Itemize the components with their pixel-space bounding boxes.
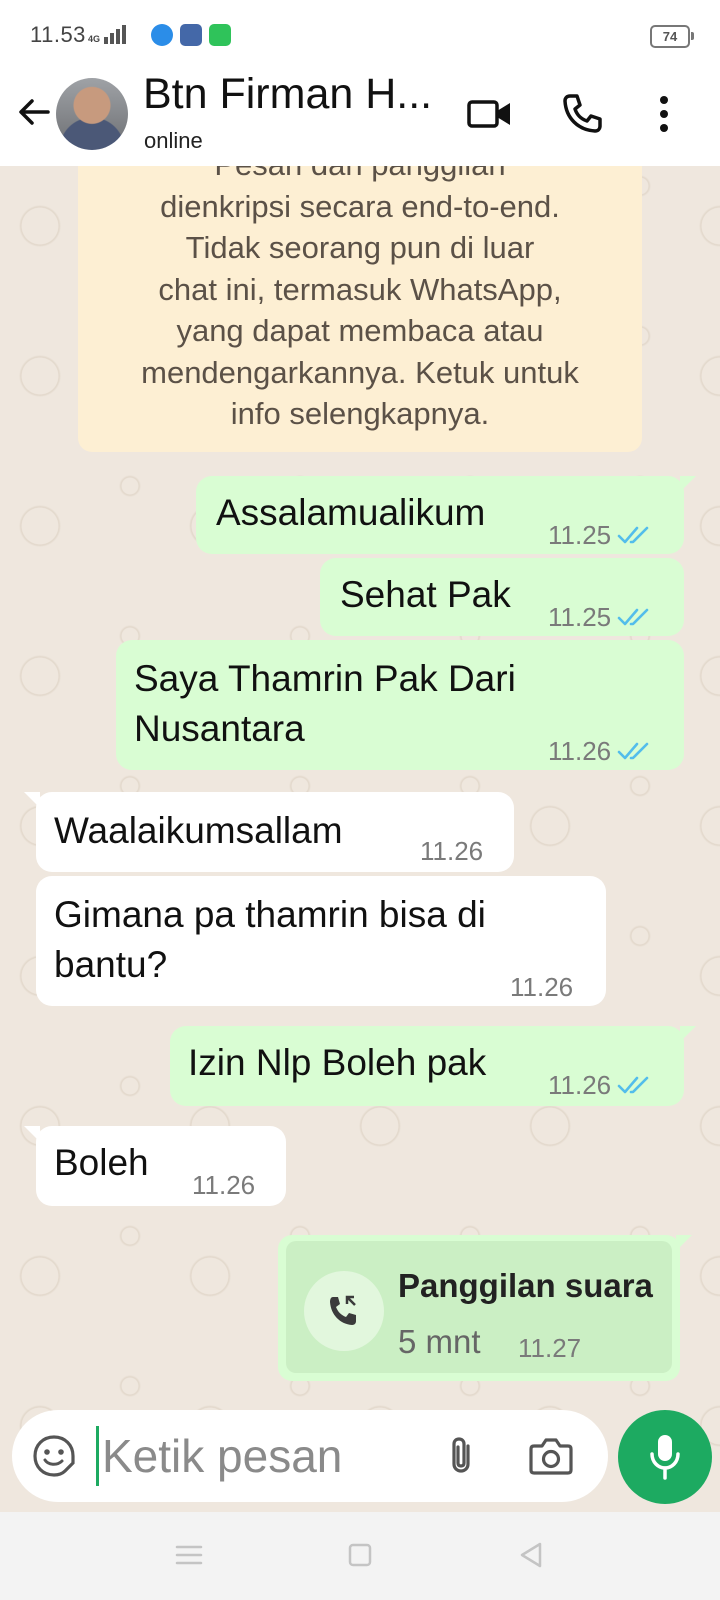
attach-icon[interactable] xyxy=(440,1434,484,1478)
message-time: 11.25 xyxy=(548,520,612,550)
system-navigation-bar xyxy=(0,1512,720,1600)
more-options-icon[interactable] xyxy=(640,90,688,138)
message-bubble-outgoing[interactable]: Saya Thamrin Pak Dari Nusantara 11.26 xyxy=(116,640,684,770)
call-badge xyxy=(304,1271,384,1351)
call-duration: 5 mnt xyxy=(398,1323,481,1360)
message-bubble-incoming[interactable]: Waalaikumsallam 11.26 xyxy=(24,792,514,872)
voice-call-icon[interactable] xyxy=(558,90,606,138)
back-arrow-icon[interactable] xyxy=(14,92,54,132)
read-ticks-icon xyxy=(617,742,649,760)
status-time: 11.53 xyxy=(30,22,86,47)
message-time: 11.26 xyxy=(548,1070,612,1100)
status-bar: 11.53 4G 74 xyxy=(0,0,720,70)
message-notification-icon xyxy=(209,24,231,46)
message-bubble-incoming[interactable]: Boleh 11.26 xyxy=(24,1126,286,1206)
contact-status: online xyxy=(144,128,203,153)
sticker-emoji-icon[interactable] xyxy=(32,1434,76,1478)
chat-header: Btn Firman H... online xyxy=(0,70,720,167)
contact-avatar[interactable] xyxy=(56,78,128,150)
recent-apps-icon[interactable] xyxy=(172,1538,206,1572)
message-bubble-outgoing[interactable]: Izin Nlp Boleh pak 11.26 xyxy=(170,1026,696,1106)
robot-notification-icon xyxy=(180,24,202,46)
message-time: 11.26 xyxy=(420,836,484,866)
voice-call-message[interactable]: Panggilan suara 5 mnt 11.27 xyxy=(278,1235,692,1381)
message-text: Gimana pa thamrin bisa di bantu? xyxy=(54,894,486,985)
voice-call-card[interactable]: Panggilan suara 5 mnt 11.27 xyxy=(286,1241,672,1373)
network-type: 4G xyxy=(88,34,101,44)
message-time: 11.26 xyxy=(192,1170,256,1200)
message-time: 11.25 xyxy=(548,602,612,632)
voice-record-button[interactable] xyxy=(618,1410,712,1504)
battery-icon: 74 xyxy=(650,25,694,48)
message-bubble-incoming[interactable]: Gimana pa thamrin bisa di bantu? 11.26 xyxy=(36,876,606,1006)
message-composer[interactable]: Ketik pesan xyxy=(12,1410,608,1502)
read-ticks-icon xyxy=(617,526,649,544)
message-time: 11.26 xyxy=(548,736,612,766)
message-text: Waalaikumsallam xyxy=(54,810,343,851)
contact-name[interactable]: Btn Firman H... xyxy=(143,70,453,119)
message-text: Sehat Pak xyxy=(340,574,511,615)
message-text: Saya Thamrin Pak Dari Nusantara xyxy=(134,658,516,749)
call-title: Panggilan suara xyxy=(398,1267,653,1304)
back-nav-icon[interactable] xyxy=(514,1538,548,1572)
message-input[interactable]: Ketik pesan xyxy=(102,1426,342,1486)
message-bubble-outgoing[interactable]: Sehat Pak 11.25 xyxy=(320,558,684,636)
message-time: 11.26 xyxy=(510,972,574,1002)
video-call-icon[interactable] xyxy=(466,90,514,138)
message-text: Izin Nlp Boleh pak xyxy=(188,1042,487,1083)
home-icon[interactable] xyxy=(343,1538,377,1572)
read-ticks-icon xyxy=(617,608,649,626)
text-cursor xyxy=(96,1426,99,1486)
signal-icon: 4G xyxy=(88,22,127,44)
message-text: Boleh xyxy=(54,1142,149,1183)
camera-icon[interactable] xyxy=(528,1434,574,1478)
app-notification-icon xyxy=(151,24,173,46)
encryption-notice[interactable]: Pesan dan panggilan dienkripsi secara en… xyxy=(78,166,642,452)
microphone-icon xyxy=(650,1435,680,1480)
message-bubble-outgoing[interactable]: Assalamualikum 11.25 xyxy=(196,476,696,554)
message-text: Assalamualikum xyxy=(216,492,486,533)
call-time: 11.27 xyxy=(518,1333,582,1363)
encryption-notice-text: Pesan dan panggilan dienkripsi secara en… xyxy=(141,166,579,431)
read-ticks-icon xyxy=(617,1076,649,1094)
incoming-call-icon xyxy=(330,1295,356,1325)
